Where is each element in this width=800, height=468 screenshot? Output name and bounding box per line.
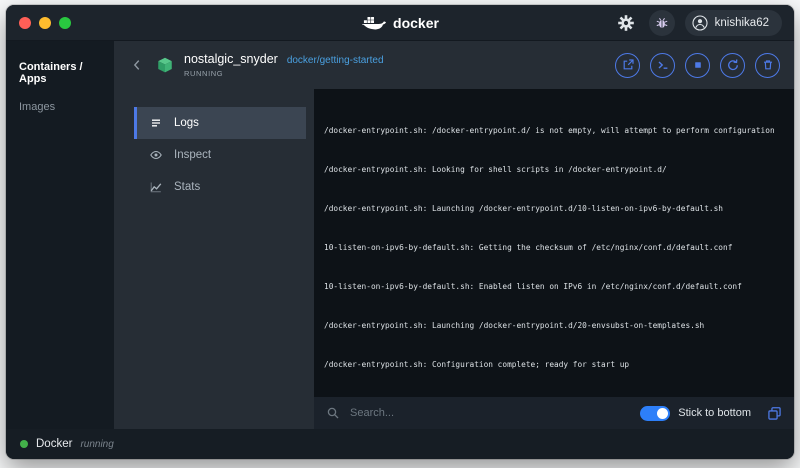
container-name: nostalgic_snyder [184,52,278,66]
stats-chart-icon [150,182,162,193]
statusbar: Docker running [6,429,794,459]
stick-to-bottom-label: Stick to bottom [678,407,751,419]
restart-button[interactable] [720,52,745,78]
delete-trash-icon [763,60,772,70]
docker-logo: docker [361,14,439,32]
main-area: nostalgic_snyder docker/getting-started … [114,41,794,429]
inspect-eye-icon [150,150,162,160]
zoom-button[interactable] [59,16,71,29]
settings-gear-icon [617,14,634,31]
docker-desktop-window: docker knishika62 Containers / Apps Imag… [6,5,794,459]
bug-icon [656,17,668,28]
stop-button[interactable] [685,52,710,78]
tab-label: Stats [174,181,201,193]
titlebar-actions: knishika62 [613,9,794,36]
delete-button[interactable] [755,52,780,78]
tab-label: Logs [174,117,199,129]
app-name: docker [393,14,439,31]
container-header: nostalgic_snyder docker/getting-started … [114,41,794,89]
log-panel: /docker-entrypoint.sh: /docker-entrypoin… [314,89,794,429]
log-line: /docker-entrypoint.sh: /docker-entrypoin… [324,126,775,135]
log-line: 10-listen-on-ipv6-by-default.sh: Enabled… [324,282,742,291]
stop-icon [694,62,701,68]
log-output[interactable]: /docker-entrypoint.sh: /docker-entrypoin… [314,89,794,397]
statusbar-status: running [80,438,114,450]
sidebar-item-label: Images [19,101,56,113]
log-line: 10-listen-on-ipv6-by-default.sh: Getting… [324,243,733,252]
back-button[interactable] [128,56,146,74]
tab-stats[interactable]: Stats [134,171,306,203]
stick-to-bottom-toggle[interactable] [640,405,671,421]
log-line: /docker-entrypoint.sh: Looking for shell… [324,165,667,174]
open-in-browser-button[interactable] [615,52,640,78]
account-button[interactable]: knishika62 [684,9,782,36]
container-cube-icon [158,57,172,73]
detail-tabs: Logs Inspect Stats [134,107,306,203]
log-line: /docker-entrypoint.sh: Launching /docker… [324,204,724,213]
container-image-link[interactable]: docker/getting-started [287,55,384,66]
sidebar-item-containers-apps[interactable]: Containers / Apps [6,53,114,93]
log-line: /docker-entrypoint.sh: Launching /docker… [324,321,705,330]
account-label: knishika62 [714,16,769,29]
container-state: RUNNING [184,69,224,78]
copy-icon [768,406,781,420]
copy-logs-button[interactable] [767,406,782,421]
close-button[interactable] [19,16,31,29]
sidebar-item-images[interactable]: Images [6,93,114,121]
logs-icon [152,119,160,127]
container-name-block: nostalgic_snyder docker/getting-started … [184,52,384,78]
sidebar-item-label: Containers / Apps [19,61,83,85]
tab-label: Inspect [174,149,212,161]
sidebar: Containers / Apps Images [6,41,114,429]
window-controls [6,16,71,29]
restart-icon [727,59,738,71]
user-icon [692,14,708,31]
open-in-browser-icon [623,59,634,70]
log-line: /docker-entrypoint.sh: Configuration com… [324,360,630,369]
statusbar-app: Docker [36,438,73,450]
toggle-knob [657,407,669,419]
tab-logs[interactable]: Logs [134,107,306,139]
tab-inspect[interactable]: Inspect [134,139,306,171]
titlebar: docker knishika62 [6,5,794,41]
log-footer: Stick to bottom [314,397,794,429]
cli-button[interactable] [650,52,675,78]
search-icon [327,407,339,419]
bug-report-button[interactable] [648,9,675,36]
cli-icon [658,61,667,69]
container-actions [615,52,780,78]
back-chevron-icon [133,60,140,70]
log-search-input[interactable] [348,406,641,420]
settings-button[interactable] [613,10,639,36]
docker-whale-icon [362,16,387,29]
minimize-button[interactable] [39,16,51,29]
running-dot-icon [20,440,28,448]
